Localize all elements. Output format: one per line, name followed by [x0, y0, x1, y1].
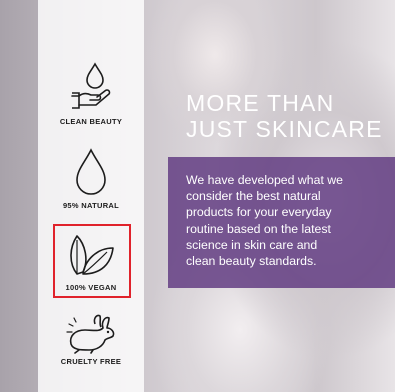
headline-line-1: MORE THAN — [186, 90, 335, 116]
badge-clean-beauty: CLEAN BEAUTY — [38, 62, 144, 126]
rabbit-icon — [66, 314, 115, 354]
description-line: science in skin care and — [186, 237, 318, 252]
drop-icon — [76, 148, 106, 195]
description-line: products for your everyday — [186, 205, 332, 220]
headline-line-2: JUST SKINCARE — [186, 116, 383, 142]
badge-label: CRUELTY FREE — [60, 357, 122, 366]
badge-natural: 95% NATURAL — [38, 148, 144, 210]
description-line: consider the best natural — [186, 189, 321, 204]
badge-label: 95% NATURAL — [62, 201, 120, 210]
vegan-highlight-box — [53, 224, 131, 298]
hand-drop-icon — [71, 62, 111, 109]
badge-cruelty-free: CRUELTY FREE — [38, 314, 144, 366]
description-line: routine based on the latest — [186, 221, 331, 236]
badge-label: CLEAN BEAUTY — [59, 117, 123, 126]
description-line: We have developed what we — [186, 173, 344, 187]
description-text: We have developed what we consider the b… — [186, 172, 391, 269]
headline: MORE THAN JUST SKINCARE — [186, 90, 391, 142]
description-line: clean beauty standards. — [186, 254, 317, 269]
